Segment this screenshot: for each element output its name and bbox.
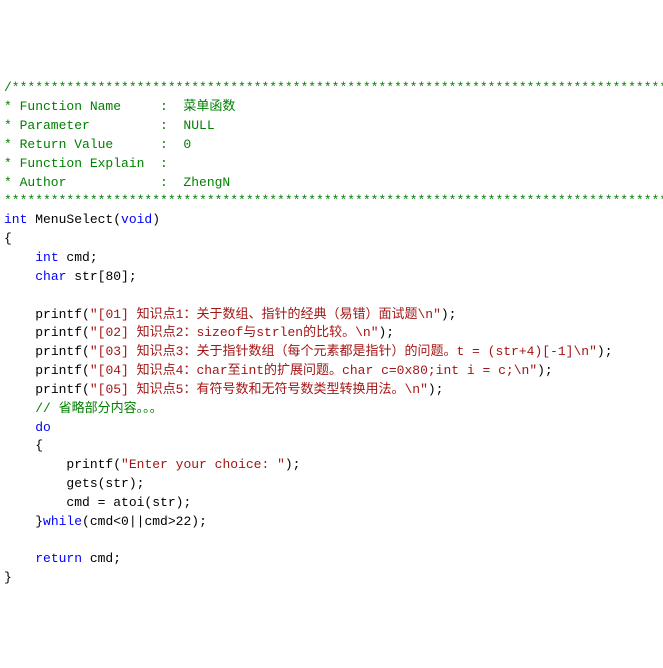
p1-close: ); (441, 307, 457, 322)
p5-close: ); (428, 382, 444, 397)
p5-str: "[05] 知识点5：有符号数和无符号数类型转换用法。 (90, 382, 405, 397)
header-author: * Author : ZhengN (4, 175, 230, 190)
kw-int-cmd: int (35, 250, 58, 265)
p3-str: "[03] 知识点3：关于指针数组（每个元素都是指针）的问题。t = (str+… (90, 344, 574, 359)
p1-open: ( (82, 307, 90, 322)
p4-esc: \n (514, 363, 530, 378)
p3-close: ); (597, 344, 613, 359)
p2-str: "[02] 知识点2：sizeof与strlen的比较。 (90, 325, 355, 340)
header-stars-open: /***************************************… (4, 80, 663, 95)
header-explain: * Function Explain : (4, 156, 168, 171)
printf-2: printf (35, 325, 82, 340)
p2-close: ); (379, 325, 395, 340)
p4-open: ( (82, 363, 90, 378)
p3-open: ( (82, 344, 90, 359)
printf-4: printf (35, 363, 82, 378)
paren-close: ) (152, 212, 160, 227)
p2-qc: " (371, 325, 379, 340)
kw-while: while (43, 514, 82, 529)
p3-qc: " (589, 344, 597, 359)
kw-void: void (121, 212, 152, 227)
p4-str: "[04] 知识点4：char至int的扩展问题。char c=0x80;int… (90, 363, 514, 378)
pp-close: ); (285, 457, 301, 472)
kw-char: char (35, 269, 66, 284)
printf-1: printf (35, 307, 82, 322)
kw-do: do (35, 420, 51, 435)
header-return: * Return Value : 0 (4, 137, 191, 152)
p5-esc: \n (404, 382, 420, 397)
kw-return: return (35, 551, 82, 566)
while-cond: (cmd<0||cmd>22); (82, 514, 207, 529)
decl-str: str[80]; (66, 269, 136, 284)
printf-3: printf (35, 344, 82, 359)
p4-qc: " (529, 363, 537, 378)
decl-cmd: cmd; (59, 250, 98, 265)
brace-open: { (4, 231, 12, 246)
printf-5: printf (35, 382, 82, 397)
p1-qc: " (433, 307, 441, 322)
p1-esc: \n (417, 307, 433, 322)
inner-open: { (35, 438, 43, 453)
p4-close: ); (537, 363, 553, 378)
header-param: * Parameter : NULL (4, 118, 215, 133)
return-expr: cmd; (82, 551, 121, 566)
printf-prompt: printf (66, 457, 113, 472)
p5-open: ( (82, 382, 90, 397)
header-fn: * Function Name : 菜单函数 (4, 99, 235, 114)
gets-call: gets(str); (66, 476, 144, 491)
pp-open: ( (113, 457, 121, 472)
atoi-call: cmd = atoi(str); (66, 495, 191, 510)
p2-open: ( (82, 325, 90, 340)
header-stars-close: ****************************************… (4, 193, 663, 208)
p2-esc: \n (355, 325, 371, 340)
inner-close: } (35, 514, 43, 529)
kw-int: int (4, 212, 27, 227)
brace-close: } (4, 570, 12, 585)
prompt-str: "Enter your choice: " (121, 457, 285, 472)
omit-comment: // 省略部分内容。。。 (35, 401, 162, 416)
p3-esc: \n (573, 344, 589, 359)
p1-str: "[01] 知识点1：关于数组、指针的经典（易错）面试题 (90, 307, 418, 322)
p5-qc: " (420, 382, 428, 397)
func-name: MenuSelect( (27, 212, 121, 227)
